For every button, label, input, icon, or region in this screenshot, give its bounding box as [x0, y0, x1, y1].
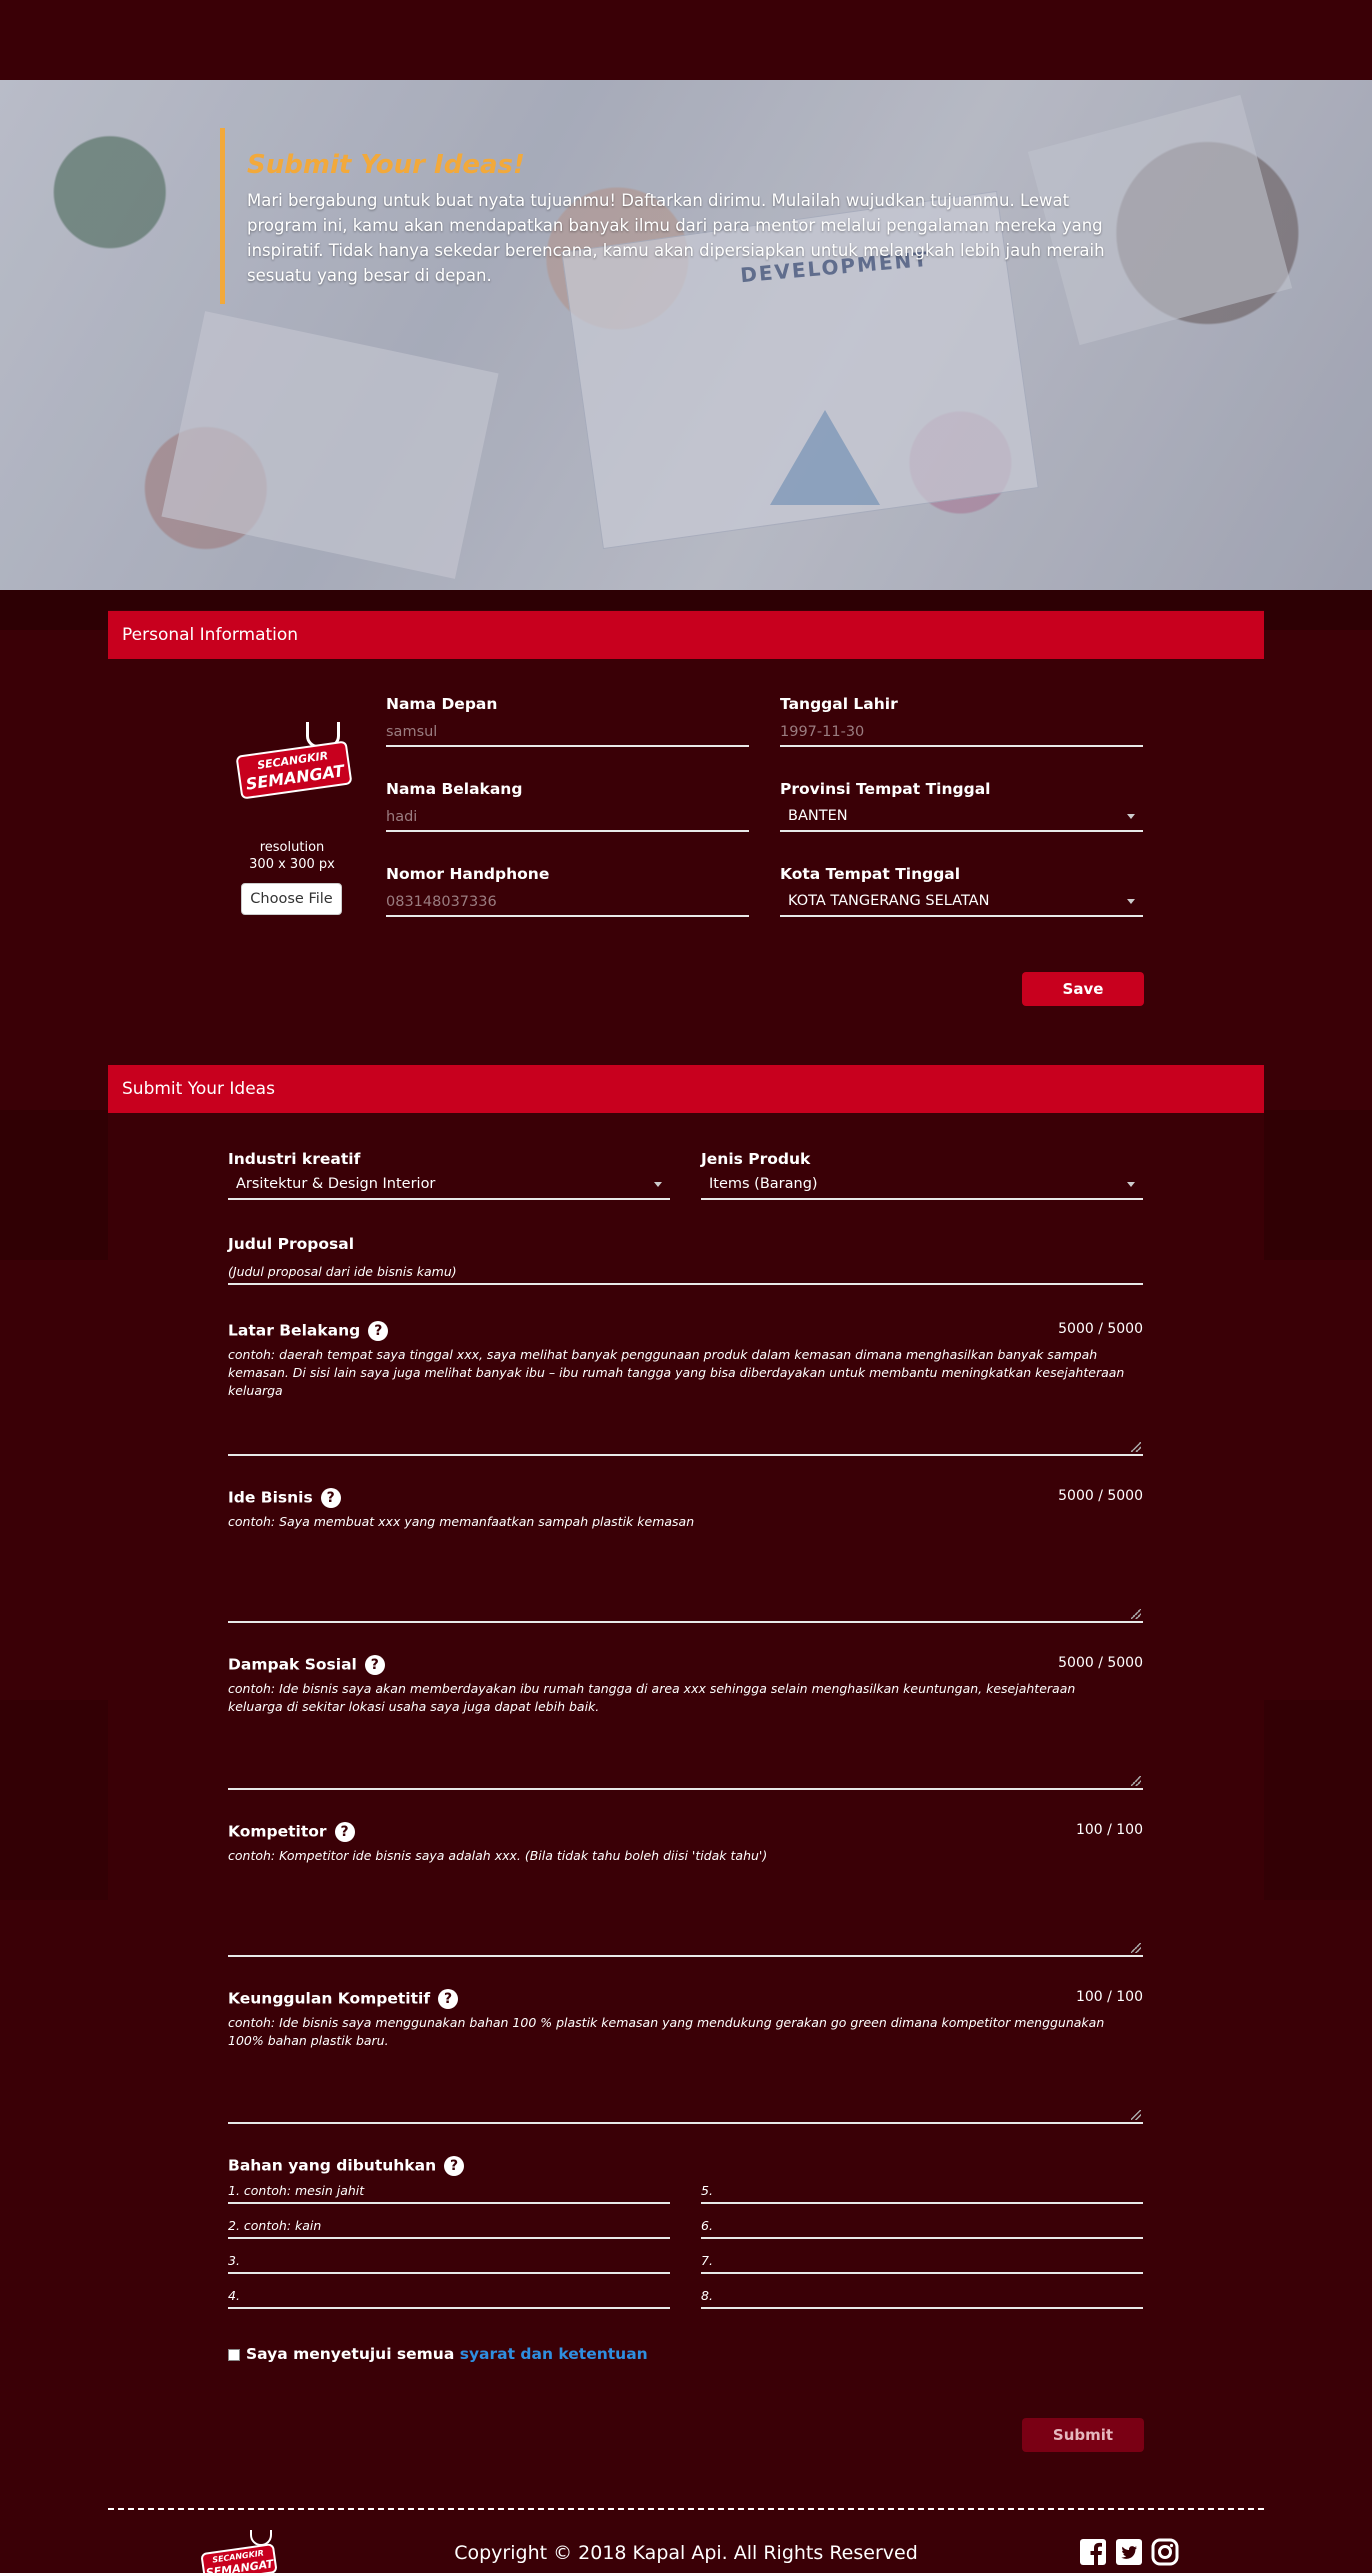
chevron-down-icon — [1127, 814, 1135, 819]
materials-label-text: Bahan yang dibutuhkan — [228, 2156, 437, 2175]
materials-label: Bahan yang dibutuhkan? — [228, 2156, 465, 2176]
birth-date-label: Tanggal Lahir — [780, 695, 898, 713]
material-field-3[interactable]: 3. — [228, 2248, 670, 2274]
help-icon[interactable]: ? — [334, 1822, 355, 1842]
help-icon[interactable]: ? — [444, 2156, 465, 2176]
competitor-placeholder: contoh: Kompetitor ide bisnis saya adala… — [228, 1848, 768, 1863]
last-name-field[interactable]: hadi — [386, 806, 749, 832]
facebook-icon[interactable] — [1079, 2538, 1107, 2566]
resize-handle[interactable] — [1131, 1609, 1141, 1619]
industry-value: Arsitektur & Design Interior — [236, 1176, 436, 1192]
resolution-label: resolution — [259, 840, 325, 855]
choose-file-button[interactable]: Choose File — [241, 883, 342, 915]
business-idea-label: Ide Bisnis? — [228, 1488, 341, 1508]
product-type-label: Jenis Produk — [701, 1150, 811, 1168]
competitive-advantage-textarea[interactable]: contoh: Ide bisnis saya menggunakan baha… — [228, 2014, 1143, 2124]
submit-button[interactable]: Submit — [1022, 2418, 1144, 2452]
terms-text: Saya menyetujui semua — [246, 2345, 455, 2363]
first-name-label: Nama Depan — [386, 695, 498, 713]
industry-select[interactable]: Arsitektur & Design Interior — [228, 1172, 670, 1200]
terms-checkbox[interactable] — [228, 2348, 240, 2361]
product-type-select[interactable]: Items (Barang) — [701, 1172, 1143, 1200]
business-idea-counter: 5000 / 5000 — [1058, 1488, 1143, 1504]
social-impact-label-text: Dampak Sosial — [228, 1655, 357, 1674]
province-value: BANTEN — [788, 808, 848, 824]
social-impact-counter: 5000 / 5000 — [1058, 1655, 1143, 1671]
resize-handle[interactable] — [1131, 1442, 1141, 1452]
hero-text: Mari bergabung untuk buat nyata tujuanmu… — [247, 191, 1105, 285]
hero-callout: Submit Your Ideas! Mari bergabung untuk … — [220, 128, 1140, 304]
resize-handle[interactable] — [1131, 1776, 1141, 1786]
background-label-text: Latar Belakang — [228, 1321, 361, 1340]
footer-divider — [108, 2508, 1264, 2510]
city-select[interactable]: KOTA TANGERANG SELATAN — [780, 889, 1143, 917]
chevron-down-icon — [654, 1182, 662, 1187]
competitor-counter: 100 / 100 — [1075, 1822, 1143, 1838]
ideas-section-header: Submit Your Ideas — [108, 1065, 1264, 1113]
competitor-label-text: Kompetitor — [228, 1822, 327, 1841]
background-textarea[interactable]: contoh: daerah tempat saya tinggal xxx, … — [228, 1346, 1143, 1456]
help-icon[interactable]: ? — [320, 1488, 341, 1508]
business-idea-textarea[interactable]: contoh: Saya membuat xxx yang memanfaatk… — [228, 1513, 1143, 1623]
birth-date-field[interactable]: 1997-11-30 — [780, 721, 1143, 747]
material-field-5[interactable]: 5. — [701, 2178, 1143, 2204]
competitor-label: Kompetitor? — [228, 1822, 355, 1842]
terms-link[interactable]: syarat dan ketentuan — [460, 2345, 648, 2363]
background-label: Latar Belakang? — [228, 1321, 389, 1341]
material-field-7[interactable]: 7. — [701, 2248, 1143, 2274]
competitive-advantage-placeholder: contoh: Ide bisnis saya menggunakan baha… — [228, 2015, 1105, 2048]
social-impact-placeholder: contoh: Ide bisnis saya akan memberdayak… — [228, 1681, 1076, 1714]
resolution-hint: resolution 300 x 300 px — [232, 839, 352, 873]
competitor-textarea[interactable]: contoh: Kompetitor ide bisnis saya adala… — [228, 1847, 1143, 1957]
background-counter: 5000 / 5000 — [1058, 1321, 1143, 1337]
logo-banner: SECANGKIR SEMANGAT — [235, 740, 353, 800]
material-field-1[interactable]: 1. contoh: mesin jahit — [228, 2178, 670, 2204]
material-field-2[interactable]: 2. contoh: kain — [228, 2213, 670, 2239]
industry-label: Industri kreatif — [228, 1150, 361, 1168]
resize-handle[interactable] — [1131, 1943, 1141, 1953]
help-icon[interactable]: ? — [438, 1989, 459, 2009]
help-icon[interactable]: ? — [364, 1655, 385, 1675]
hero-title: Submit Your Ideas! — [247, 150, 525, 180]
phone-label: Nomor Handphone — [386, 865, 550, 883]
city-value: KOTA TANGERANG SELATAN — [788, 893, 990, 909]
province-label: Provinsi Tempat Tinggal — [780, 780, 991, 798]
city-label: Kota Tempat Tinggal — [780, 865, 961, 883]
background-placeholder: contoh: daerah tempat saya tinggal xxx, … — [228, 1347, 1125, 1398]
last-name-label: Nama Belakang — [386, 780, 523, 798]
top-bar — [0, 0, 1372, 80]
social-impact-label: Dampak Sosial? — [228, 1655, 385, 1675]
chevron-down-icon — [1127, 1182, 1135, 1187]
competitive-advantage-label: Keunggulan Kompetitif? — [228, 1989, 459, 2009]
terms-agreement: Saya menyetujui semua syarat dan ketentu… — [228, 2345, 648, 2363]
phone-field[interactable]: 083148037336 — [386, 891, 749, 917]
instagram-icon[interactable] — [1151, 2538, 1179, 2566]
competitive-advantage-label-text: Keunggulan Kompetitif — [228, 1989, 431, 2008]
material-field-6[interactable]: 6. — [701, 2213, 1143, 2239]
save-button[interactable]: Save — [1022, 972, 1144, 1006]
proposal-title-label: Judul Proposal — [228, 1235, 355, 1253]
material-field-8[interactable]: 8. — [701, 2283, 1143, 2309]
product-type-value: Items (Barang) — [709, 1176, 818, 1192]
business-idea-label-text: Ide Bisnis — [228, 1488, 313, 1507]
business-idea-placeholder: contoh: Saya membuat xxx yang memanfaatk… — [228, 1514, 695, 1529]
proposal-title-field[interactable]: (Judul proposal dari ide bisnis kamu) — [228, 1259, 1143, 1285]
resize-handle[interactable] — [1131, 2110, 1141, 2120]
material-field-4[interactable]: 4. — [228, 2283, 670, 2309]
help-icon[interactable]: ? — [368, 1321, 389, 1341]
province-select[interactable]: BANTEN — [780, 804, 1143, 832]
resolution-size: 300 x 300 px — [249, 857, 335, 872]
avatar: SECANGKIR SEMANGAT — [232, 708, 353, 808]
twitter-icon[interactable] — [1115, 2538, 1143, 2566]
chevron-down-icon — [1127, 899, 1135, 904]
personal-section-header: Personal Information — [108, 611, 1264, 659]
competitive-advantage-counter: 100 / 100 — [1075, 1989, 1143, 2005]
first-name-field[interactable]: samsul — [386, 721, 749, 747]
social-impact-textarea[interactable]: contoh: Ide bisnis saya akan memberdayak… — [228, 1680, 1143, 1790]
